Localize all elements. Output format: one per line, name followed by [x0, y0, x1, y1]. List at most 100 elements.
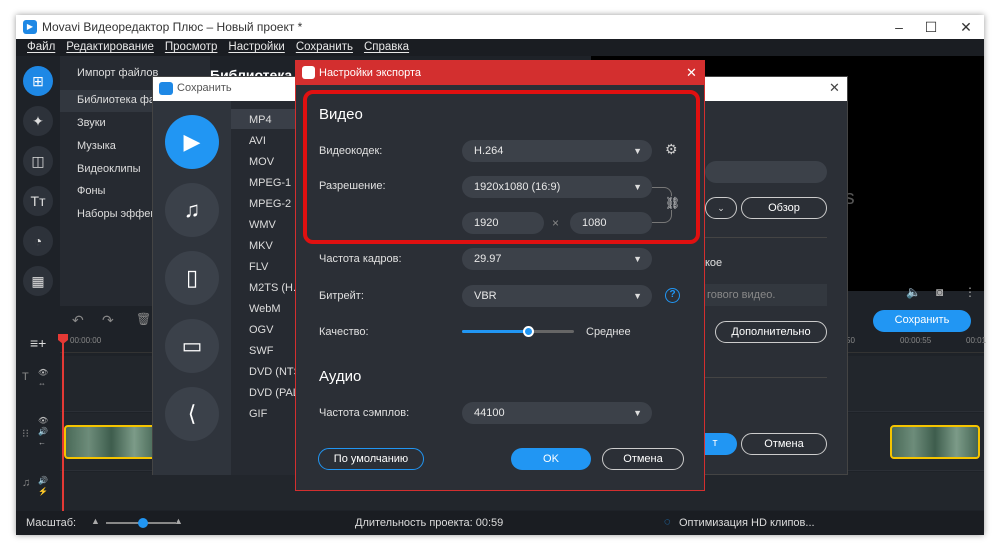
quality-hint: кое — [705, 257, 723, 269]
format-item[interactable]: OGV — [249, 324, 273, 336]
zoom-slider-thumb[interactable] — [138, 518, 148, 528]
playhead[interactable] — [62, 337, 64, 512]
minimize-button[interactable]: – — [882, 17, 916, 37]
menu-view[interactable]: Просмотр — [165, 39, 218, 56]
category-backgrounds[interactable]: Фоны — [77, 185, 105, 197]
track-controls[interactable]: 🔊 ⚡ — [38, 475, 48, 497]
track-controls[interactable]: 👁 🔊 ← — [38, 415, 48, 448]
category-import[interactable]: Импорт файлов — [77, 67, 158, 79]
window-title: Movavi Видеоредактор Плюс – Новый проект… — [42, 20, 303, 34]
chevron-down-icon: ▼ — [633, 408, 642, 418]
zoom-in-icon[interactable]: ▲ — [174, 516, 183, 526]
category-music[interactable]: Музыка — [77, 140, 116, 152]
format-item[interactable]: SWF — [249, 345, 273, 357]
chevron-down-icon: ▼ — [633, 254, 642, 264]
format-item[interactable]: FLV — [249, 261, 268, 273]
format-item[interactable]: WMV — [249, 219, 276, 231]
save-button[interactable]: Сохранить — [873, 310, 971, 332]
ok-button[interactable]: OK — [511, 448, 591, 470]
add-track-icon[interactable]: ≡+ — [30, 335, 46, 351]
movavi-icon — [159, 82, 173, 95]
export-dialog-title: Настройки экспорта — [319, 67, 422, 79]
close-icon[interactable]: ✕ — [686, 65, 697, 81]
chevron-down-icon: ▼ — [633, 291, 642, 301]
tool-rail: ⊞ ✦ ◫ Tт ◔ ▦ — [16, 56, 60, 306]
zoom-out-icon[interactable]: ▲ — [91, 516, 100, 526]
samplerate-value: 44100 — [474, 407, 505, 419]
folder-dropdown[interactable]: ⌄ — [705, 197, 737, 219]
samplerate-label: Частота сэмплов: — [319, 407, 410, 419]
browse-button[interactable]: Обзор — [741, 197, 827, 219]
menu-edit[interactable]: Редактирование — [66, 39, 154, 56]
category-effect-sets[interactable]: Наборы эффек — [77, 208, 155, 220]
format-item[interactable]: MKV — [249, 240, 273, 252]
redo-icon[interactable]: ↷ — [102, 312, 114, 329]
video-clip[interactable] — [890, 425, 980, 459]
ruler-tick: 00:01 — [966, 336, 987, 345]
ruler-tick: 00:00:00 — [70, 336, 102, 345]
category-videoclips[interactable]: Видеоклипы — [77, 163, 141, 175]
format-item[interactable]: GIF — [249, 408, 267, 420]
import-tool-icon[interactable]: ⊞ — [23, 66, 53, 96]
audio-track-icon: ♫ — [22, 477, 31, 489]
track-controls[interactable]: 👁 ⇔ — [38, 367, 48, 389]
spinner-icon: ◌ — [664, 516, 671, 528]
format-item[interactable]: MOV — [249, 156, 274, 168]
format-item[interactable]: MPEG-1 — [249, 177, 291, 189]
format-item[interactable]: MP4 — [249, 114, 272, 126]
video-clip[interactable] — [64, 425, 159, 459]
text-track-icon: T — [22, 371, 29, 383]
video-track-icon: ⁝⁝ — [22, 428, 29, 440]
maximize-button[interactable]: ☐ — [914, 17, 948, 37]
cancel-button[interactable]: Отмена — [602, 448, 684, 470]
default-button[interactable]: По умолчанию — [318, 448, 424, 470]
quality-slider-thumb[interactable] — [523, 326, 535, 337]
quality-label: Качество: — [319, 326, 369, 338]
filters-icon[interactable]: ◔ — [23, 226, 53, 256]
menu-settings[interactable]: Настройки — [228, 39, 284, 56]
audio-file-icon[interactable]: ♫ — [165, 183, 219, 237]
filename-field[interactable] — [705, 161, 827, 183]
category-sounds[interactable]: Звуки — [77, 117, 106, 129]
menu-help[interactable]: Справка — [364, 39, 409, 56]
more-icon[interactable]: ⋮ — [964, 285, 976, 299]
save-type-nav: ▶ ♫ ▯ ▭ ⟨ — [153, 101, 231, 475]
status-bar: Масштаб: ▲ ▲ Длительность проекта: 00:59… — [16, 511, 984, 535]
divider — [705, 237, 827, 238]
format-item[interactable]: MPEG-2 — [249, 198, 291, 210]
save-cancel-button[interactable]: Отмена — [741, 433, 827, 455]
help-icon[interactable]: ? — [665, 288, 680, 303]
titles-icon[interactable]: Tт — [23, 186, 53, 216]
video-file-icon[interactable]: ▶ — [165, 115, 219, 169]
movavi-icon — [302, 66, 315, 79]
ruler-tick: 00:00:55 — [900, 336, 932, 345]
framerate-value: 29.97 — [474, 253, 502, 265]
tv-icon[interactable]: ▭ — [165, 319, 219, 373]
path-hint: гового видео. — [705, 284, 827, 306]
framerate-label: Частота кадров: — [319, 253, 402, 265]
samplerate-select[interactable]: 44100 ▼ — [462, 402, 652, 424]
snapshot-icon[interactable]: ◙ — [936, 285, 943, 299]
volume-icon[interactable]: 🔈 — [906, 285, 921, 299]
device-icon[interactable]: ▯ — [165, 251, 219, 305]
close-button[interactable]: ✕ — [949, 17, 983, 37]
category-library[interactable]: Библиотека фа — [77, 94, 155, 106]
format-item[interactable]: WebM — [249, 303, 281, 315]
close-icon[interactable]: ✕ — [829, 80, 840, 96]
undo-icon[interactable]: ↶ — [72, 312, 84, 329]
divider — [705, 377, 827, 378]
quality-slider[interactable] — [462, 326, 574, 337]
project-duration: Длительность проекта: 00:59 — [355, 517, 504, 529]
more-tools-icon[interactable]: ▦ — [23, 266, 53, 296]
menu-file[interactable]: Файл — [27, 39, 55, 56]
menu-save[interactable]: Сохранить — [296, 39, 353, 56]
transitions-icon[interactable]: ◫ — [23, 146, 53, 176]
delete-icon[interactable]: 🗑 — [136, 312, 151, 326]
advanced-button[interactable]: Дополнительно — [715, 321, 827, 343]
share-icon[interactable]: ⟨ — [165, 387, 219, 441]
movavi-icon: ▶ — [23, 20, 37, 34]
bitrate-select[interactable]: VBR ▼ — [462, 285, 652, 307]
magic-wand-icon[interactable]: ✦ — [23, 106, 53, 136]
format-item[interactable]: AVI — [249, 135, 266, 147]
framerate-select[interactable]: 29.97 ▼ — [462, 248, 652, 270]
